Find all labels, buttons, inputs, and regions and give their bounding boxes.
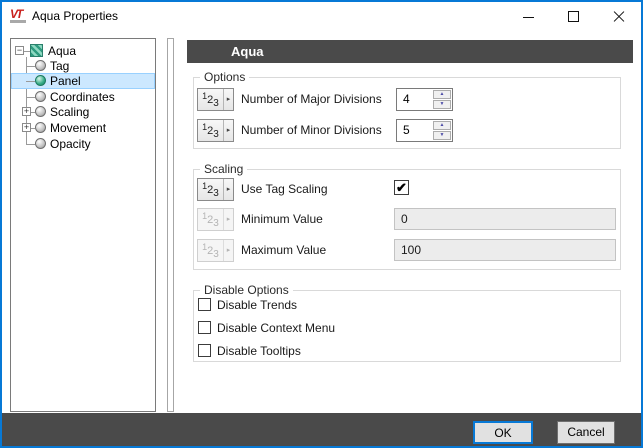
expression-toggle-button[interactable]: 123 ▸ (197, 119, 234, 142)
123-icon: 123 (202, 91, 219, 109)
123-icon: 123 (202, 211, 219, 229)
tree-item-panel[interactable]: Panel (11, 73, 155, 89)
minimum-value-field: 0 (394, 208, 616, 230)
tree-item-label: Opacity (50, 137, 91, 151)
dropdown-arrow-icon: ▸ (223, 179, 233, 200)
tree-item-coordinates[interactable]: Coordinates (11, 89, 155, 105)
field-label: Use Tag Scaling (241, 182, 328, 196)
scaling-group: Scaling 123 ▸ Use Tag Scaling ✔ 123 ▸ Mi… (193, 162, 621, 270)
coordinates-node-icon (35, 91, 46, 102)
tree-item-movement[interactable]: + Movement (11, 120, 155, 136)
spinner-value: 4 (403, 92, 410, 106)
tree-item-opacity[interactable]: Opacity (11, 136, 155, 152)
maximize-icon (568, 11, 579, 22)
tree-item-tag[interactable]: Tag (11, 58, 155, 74)
field-value: 0 (401, 212, 408, 226)
tree-item-label: Panel (50, 74, 81, 88)
disable-options-group: Disable Options Disable Trends Disable C… (193, 283, 621, 362)
expander-minus-icon[interactable]: − (15, 46, 24, 55)
tree-item-scaling[interactable]: + Scaling (11, 104, 155, 120)
maximize-button[interactable] (551, 2, 596, 31)
spin-up-icon[interactable]: ▲ (433, 90, 451, 99)
opacity-node-icon (35, 138, 46, 149)
movement-node-icon (35, 122, 46, 133)
field-label: Number of Minor Divisions (241, 123, 382, 137)
tree-item-label: Movement (50, 121, 107, 135)
titlebar: VT Aqua Properties (2, 2, 641, 31)
tree-splitter[interactable] (167, 38, 174, 412)
maximum-value-field: 100 (394, 239, 616, 261)
spinner-value: 5 (403, 123, 410, 137)
field-value: 100 (401, 243, 422, 257)
expression-toggle-button-disabled: 123 ▸ (197, 208, 234, 231)
window-title: Aqua Properties (32, 9, 119, 23)
spin-down-icon[interactable]: ▼ (433, 100, 451, 109)
dropdown-arrow-icon: ▸ (223, 120, 233, 141)
disable-tooltips-checkbox[interactable] (198, 344, 211, 357)
disable-trends-checkbox[interactable] (198, 298, 211, 311)
vt-app-icon: VT (10, 7, 28, 25)
dialog-footer: OK Cancel (2, 413, 641, 446)
aqua-tag-icon (30, 44, 43, 57)
expander-plus-icon[interactable]: + (22, 123, 31, 132)
options-group: Options 123 ▸ Number of Major Divisions … (193, 70, 621, 149)
field-label: Maximum Value (241, 243, 327, 257)
tree-item-aqua-root[interactable]: − Aqua (11, 43, 155, 59)
spinner-buttons: ▲ ▼ (433, 121, 451, 140)
spinner-buttons: ▲ ▼ (433, 90, 451, 109)
expression-toggle-button[interactable]: 123 ▸ (197, 178, 234, 201)
ok-button[interactable]: OK (473, 421, 533, 444)
major-divisions-spinner[interactable]: 4 ▲ ▼ (396, 88, 453, 111)
field-label: Number of Major Divisions (241, 92, 382, 106)
scaling-node-icon (35, 106, 46, 117)
dropdown-arrow-icon: ▸ (223, 89, 233, 110)
group-title: Options (200, 70, 250, 84)
dropdown-arrow-icon: ▸ (223, 240, 233, 261)
tree-item-label: Tag (50, 59, 70, 73)
field-label: Minimum Value (241, 212, 323, 226)
disable-context-menu-checkbox[interactable] (198, 321, 211, 334)
tree-connector (26, 144, 35, 145)
tree-connector (26, 97, 35, 98)
panel-header-bar: Aqua (187, 40, 633, 63)
checkbox-label: Disable Context Menu (217, 321, 336, 335)
spin-down-icon[interactable]: ▼ (433, 131, 451, 140)
spin-up-icon[interactable]: ▲ (433, 121, 451, 130)
panel-node-icon (35, 75, 46, 86)
vt-logo-text: VT (10, 7, 23, 21)
tag-node-icon (35, 60, 46, 71)
tree-connector (26, 66, 35, 67)
123-icon: 123 (202, 242, 219, 260)
expander-plus-icon[interactable]: + (22, 107, 31, 116)
tree-item-label: Scaling (50, 105, 90, 119)
aqua-properties-dialog: VT Aqua Properties − Aqua Tag Panel Coor… (0, 0, 643, 448)
tree-item-label: Aqua (48, 44, 77, 58)
expression-toggle-button[interactable]: 123 ▸ (197, 88, 234, 111)
123-icon: 123 (202, 181, 219, 199)
group-title: Scaling (200, 162, 248, 176)
use-tag-scaling-checkbox[interactable]: ✔ (394, 180, 409, 195)
123-icon: 123 (202, 122, 219, 140)
property-tree: − Aqua Tag Panel Coordinates + Scaling +… (10, 38, 156, 412)
minimize-button[interactable] (506, 2, 551, 31)
minor-divisions-spinner[interactable]: 5 ▲ ▼ (396, 119, 453, 142)
cancel-button[interactable]: Cancel (557, 421, 615, 444)
panel-header-title: Aqua (231, 44, 264, 59)
vt-logo-underline (10, 20, 26, 23)
checkbox-label: Disable Trends (217, 298, 298, 312)
tree-connector (26, 81, 35, 82)
close-button[interactable] (596, 2, 641, 31)
checkbox-label: Disable Tooltips (217, 344, 301, 358)
tree-item-label: Coordinates (50, 90, 115, 104)
minimize-icon (523, 17, 534, 18)
expression-toggle-button-disabled: 123 ▸ (197, 239, 234, 262)
dropdown-arrow-icon: ▸ (223, 209, 233, 230)
